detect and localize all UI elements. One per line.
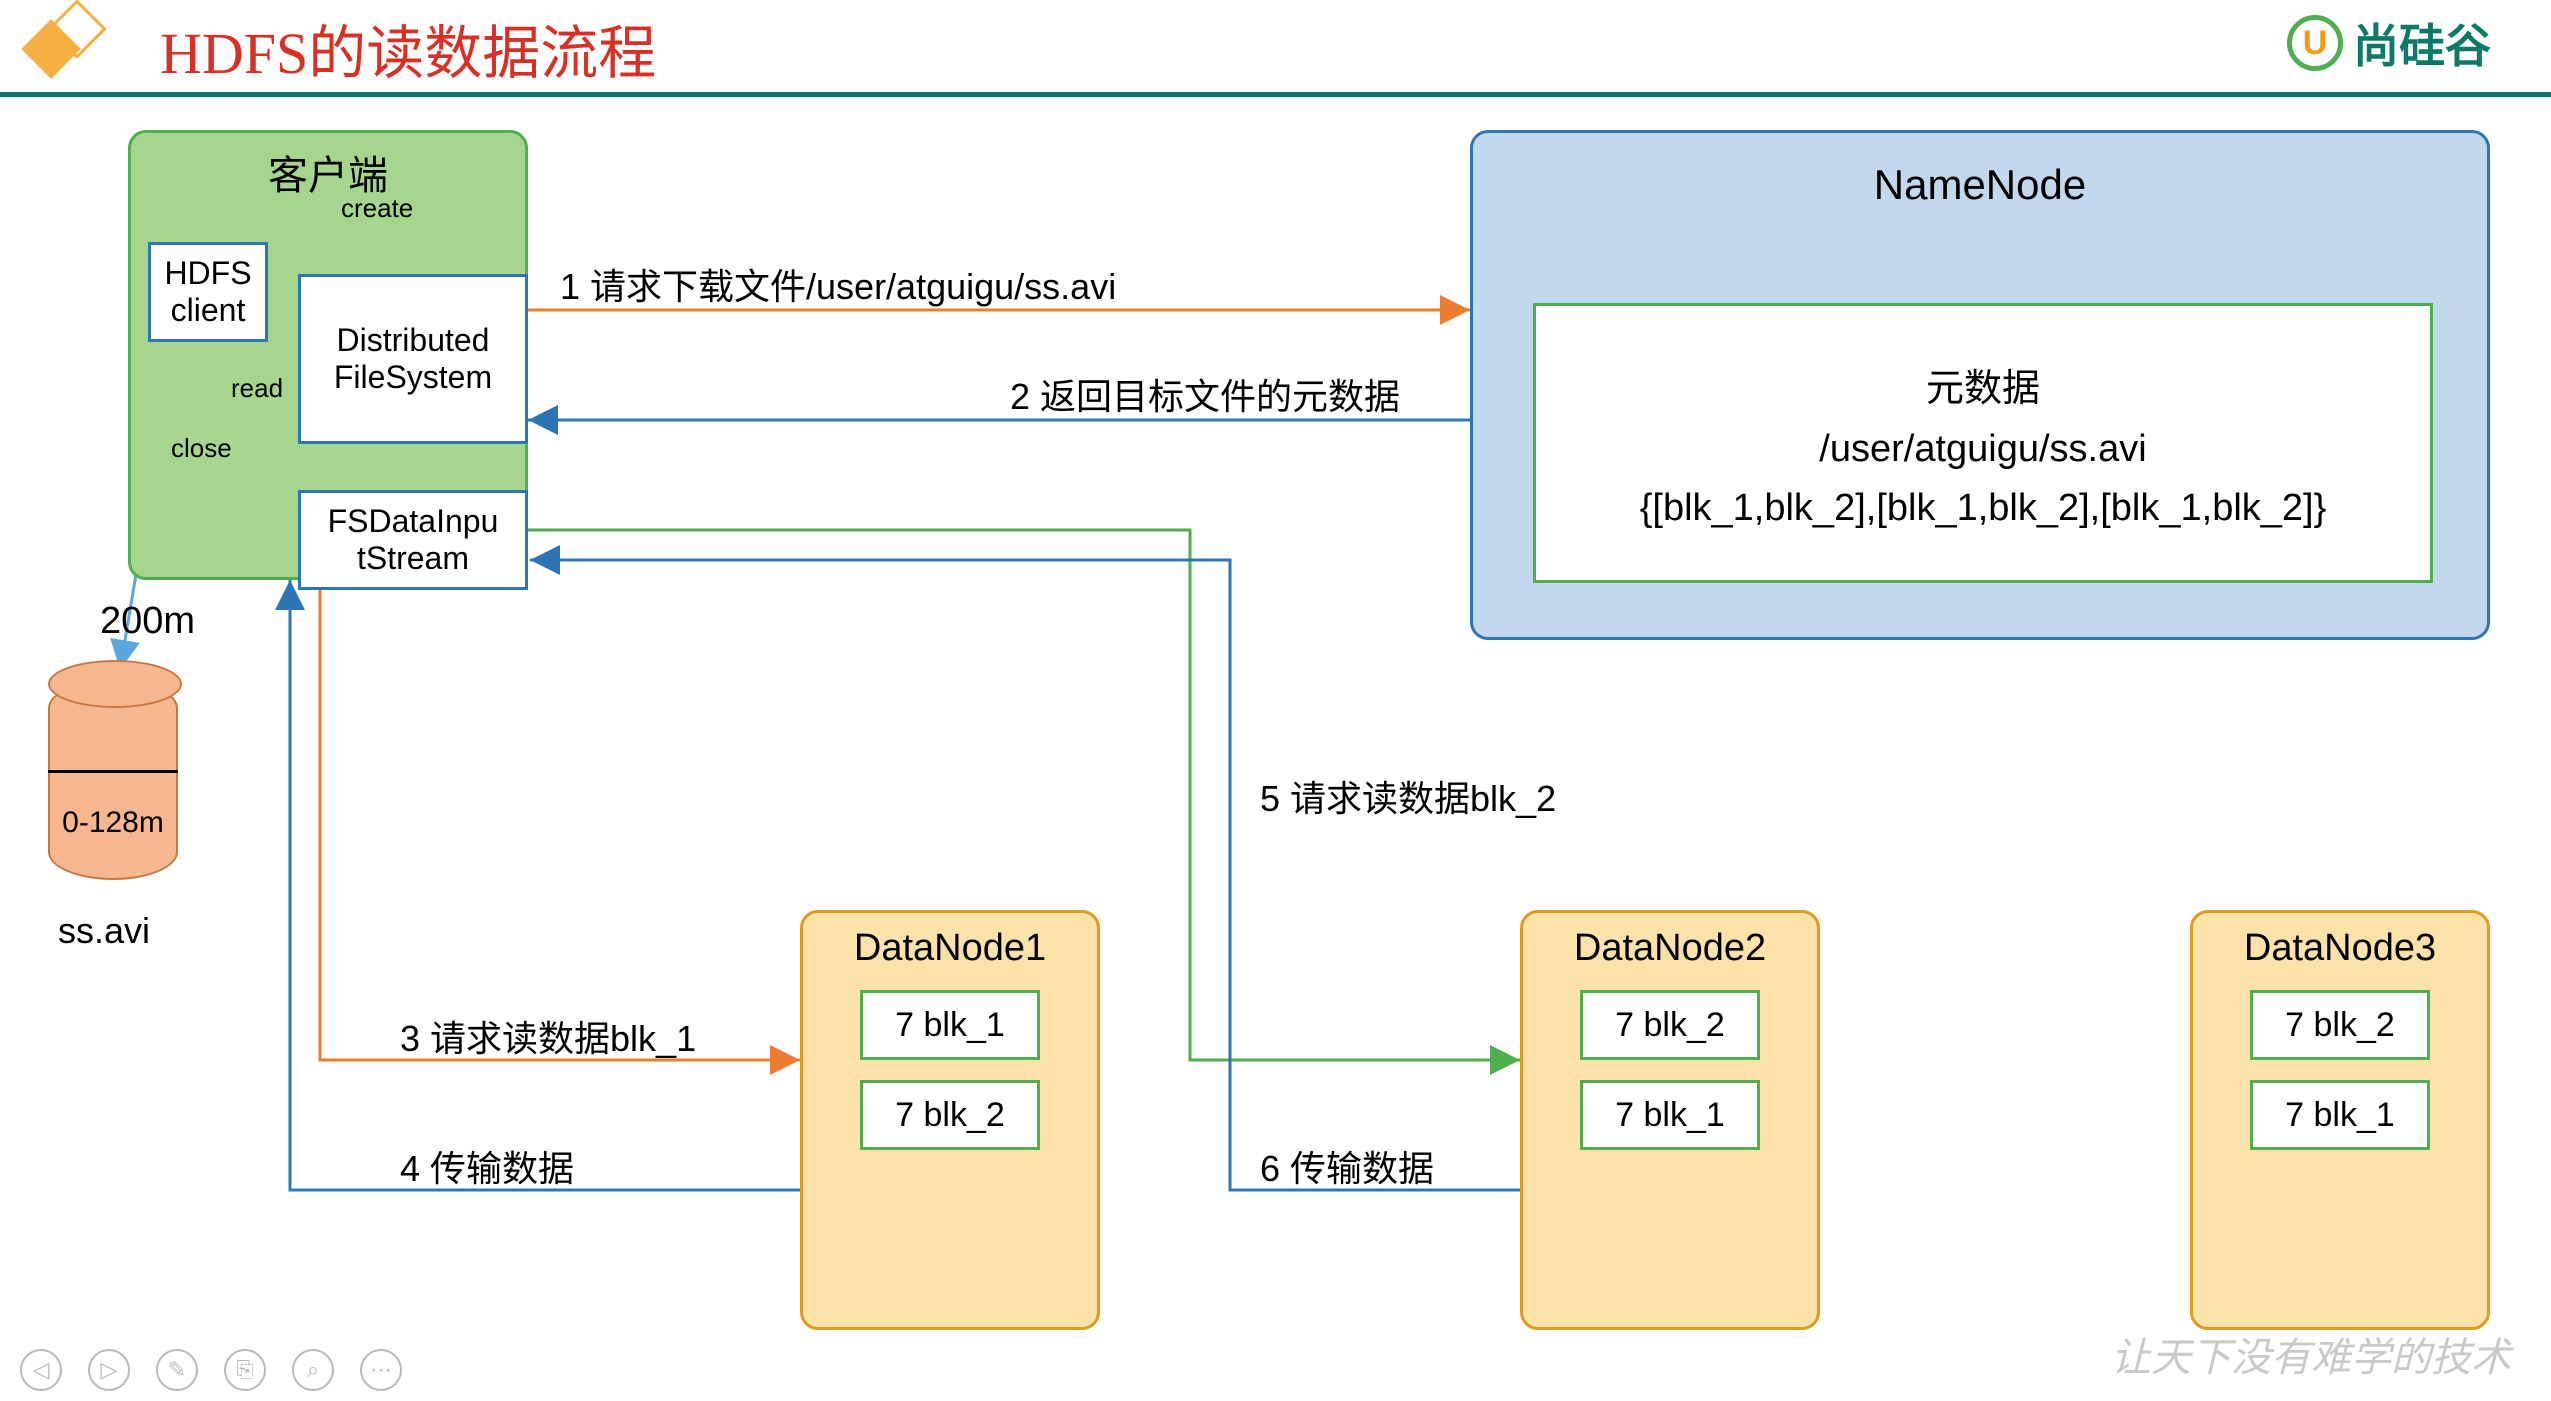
client-title: 客户端 [131, 143, 525, 201]
copy-button[interactable]: ⎘ [224, 1349, 266, 1391]
edge-2-label: 2 返回目标文件的元数据 [1010, 368, 1400, 420]
slide-decor-icon [26, 6, 106, 86]
dn2-block-0: 7 blk_2 [1580, 990, 1760, 1060]
fsdis-text: FSDataInpu tStream [328, 503, 499, 577]
create-label: create [341, 193, 413, 224]
dfs-text: Distributed FileSystem [334, 322, 492, 396]
close-label: close [171, 433, 232, 464]
edge-4-label: 4 传输数据 [400, 1140, 574, 1192]
distributed-filesystem-box: Distributed FileSystem [298, 274, 528, 444]
cyl-range: 0-128m [50, 806, 176, 840]
dn1-block-1: 7 blk_2 [860, 1080, 1040, 1150]
datanode-3: DataNode3 7 blk_2 7 blk_1 [2190, 910, 2490, 1330]
edge-3-label: 3 请求读数据blk_1 [400, 1010, 696, 1062]
hdfs-client-box: HDFS client [148, 242, 268, 342]
fsdatainputstream-box: FSDataInpu tStream [298, 490, 528, 590]
namenode-panel: NameNode 元数据 /user/atguigu/ss.avi {[blk_… [1470, 130, 2490, 640]
namenode-title: NameNode [1473, 161, 2487, 209]
datanode-2: DataNode2 7 blk_2 7 blk_1 [1520, 910, 1820, 1330]
dn1-title: DataNode1 [803, 927, 1097, 970]
hdfs-client-text: HDFS client [164, 255, 251, 329]
meta-path: /user/atguigu/ss.avi [1819, 428, 2146, 471]
presenter-toolbar: ◁ ▷ ✎ ⎘ ⌕ ⋯ [20, 1349, 402, 1391]
dn2-title: DataNode2 [1523, 927, 1817, 970]
metadata-box: 元数据 /user/atguigu/ss.avi {[blk_1,blk_2],… [1533, 303, 2433, 583]
meta-blocks: {[blk_1,blk_2],[blk_1,blk_2],[blk_1,blk_… [1640, 487, 2327, 530]
dn3-title: DataNode3 [2193, 927, 2487, 970]
brand-mark-icon [2287, 15, 2343, 71]
page-title: HDFS的读数据流程 [160, 6, 656, 90]
client-size: 200m [100, 600, 195, 643]
dn2-block-1: 7 blk_1 [1580, 1080, 1760, 1150]
more-button[interactable]: ⋯ [360, 1349, 402, 1391]
edge-6-label: 6 传输数据 [1260, 1140, 1434, 1192]
zoom-button[interactable]: ⌕ [292, 1349, 334, 1391]
cyl-caption: ss.avi [58, 910, 150, 952]
edge-5-label: 5 请求读数据blk_2 [1260, 770, 1556, 822]
read-label: read [231, 373, 283, 404]
dn1-block-0: 7 blk_1 [860, 990, 1040, 1060]
prev-slide-button[interactable]: ◁ [20, 1349, 62, 1391]
header-divider [0, 92, 2551, 97]
file-cylinder: 0-128m [48, 680, 178, 880]
brand-text: 尚硅谷 [2353, 10, 2491, 76]
brand-logo: 尚硅谷 [2287, 10, 2491, 76]
pen-button[interactable]: ✎ [156, 1349, 198, 1391]
meta-title: 元数据 [1926, 357, 2040, 412]
edge-1-label: 1 请求下载文件/user/atguigu/ss.avi [560, 258, 1116, 310]
next-slide-button[interactable]: ▷ [88, 1349, 130, 1391]
dn3-block-1: 7 blk_1 [2250, 1080, 2430, 1150]
footer-slogan: 让天下没有难学的技术 [2111, 1325, 2511, 1383]
dn3-block-0: 7 blk_2 [2250, 990, 2430, 1060]
datanode-1: DataNode1 7 blk_1 7 blk_2 [800, 910, 1100, 1330]
